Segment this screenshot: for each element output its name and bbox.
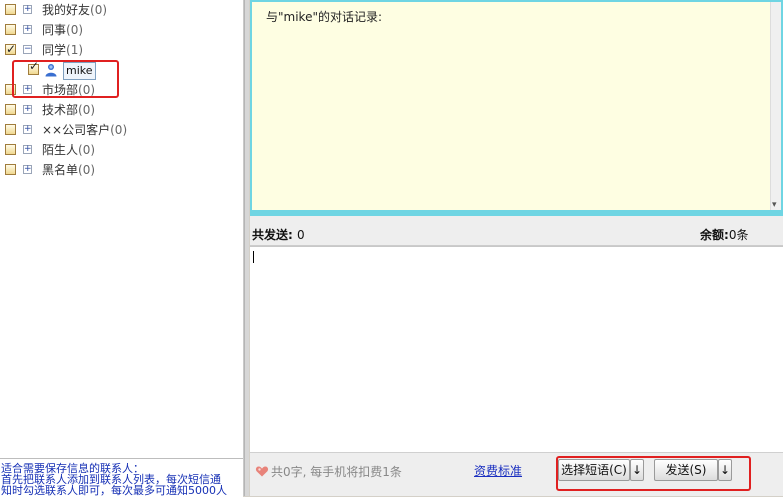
history-title: 与"mike"的对话记录: — [266, 10, 383, 24]
info-bar: 共发送: 0 余额:0条 — [250, 216, 783, 246]
expand-icon[interactable]: + — [23, 5, 32, 14]
group-name: 同事 — [42, 23, 67, 37]
expand-icon[interactable]: + — [23, 105, 32, 114]
group-count: (0) — [110, 123, 128, 137]
group-checkbox[interactable] — [5, 124, 16, 135]
help-tip: 适合需要保存信息的联系人： 首先把联系人添加到联系人列表，每次短信通 知时勾选联… — [0, 458, 243, 497]
heart-icon — [255, 466, 269, 477]
send-button[interactable]: 发送(S) — [654, 459, 718, 481]
fee-standard-link[interactable]: 资费标准 — [474, 462, 522, 479]
group-name: 黑名单 — [42, 163, 79, 177]
group-name: 陌生人 — [42, 143, 79, 157]
group-count: (0) — [66, 23, 84, 37]
group-count: (0) — [78, 103, 96, 117]
person-icon — [45, 64, 57, 77]
tree-group-blacklist[interactable]: + 黑名单(0) — [0, 160, 243, 180]
group-checkbox[interactable] — [5, 39, 16, 59]
contact-tree: + 我的好友(0) + 同事(0) − 同学(1) mike — [0, 0, 243, 180]
group-count: (0) — [90, 3, 108, 17]
message-input[interactable] — [250, 246, 783, 452]
char-count-text: 共0字, 每手机将扣费1条 — [271, 465, 402, 479]
group-name: ××公司客户 — [42, 123, 111, 137]
send-dropdown-button[interactable]: ↓ — [718, 459, 732, 481]
phrase-dropdown-button[interactable]: ↓ — [630, 459, 644, 481]
collapse-icon[interactable]: − — [23, 45, 32, 54]
balance-label: 余额: — [700, 228, 729, 242]
tree-group-marketing[interactable]: + 市场部(0) — [0, 80, 243, 100]
tree-group-friends[interactable]: + 我的好友(0) — [0, 0, 243, 20]
group-checkbox[interactable] — [5, 144, 16, 155]
contact-checkbox[interactable] — [28, 59, 39, 75]
group-checkbox[interactable] — [5, 104, 16, 115]
group-checkbox[interactable] — [5, 84, 16, 95]
balance-value: 0条 — [728, 228, 749, 242]
pane-splitter[interactable] — [244, 0, 249, 496]
tree-contact-mike[interactable]: mike — [0, 59, 243, 80]
tree-group-strangers[interactable]: + 陌生人(0) — [0, 140, 243, 160]
tree-group-classmates[interactable]: − 同学(1) — [0, 39, 243, 60]
group-checkbox[interactable] — [5, 4, 16, 15]
expand-icon[interactable]: + — [23, 145, 32, 154]
tip-line: 知时勾选联系人即可，每次最多可通知5000人 — [1, 484, 227, 497]
tree-group-clients[interactable]: + ××公司客户(0) — [0, 120, 243, 140]
expand-icon[interactable]: + — [23, 25, 32, 34]
text-caret — [253, 251, 254, 263]
group-count: (0) — [78, 143, 96, 157]
contact-name[interactable]: mike — [63, 62, 96, 80]
expand-icon[interactable]: + — [23, 125, 32, 134]
group-checkbox[interactable] — [5, 24, 16, 35]
tree-group-tech[interactable]: + 技术部(0) — [0, 100, 243, 120]
group-name: 市场部 — [42, 83, 79, 97]
history-scrollbar[interactable] — [770, 2, 781, 210]
group-checkbox[interactable] — [5, 164, 16, 175]
group-count: (1) — [66, 43, 84, 57]
tree-group-colleagues[interactable]: + 同事(0) — [0, 20, 243, 40]
group-count: (0) — [78, 163, 96, 177]
contact-pane: + 我的好友(0) + 同事(0) − 同学(1) mike — [0, 0, 244, 497]
group-name: 我的好友 — [42, 3, 91, 17]
bottom-toolbar: 共0字, 每手机将扣费1条 资费标准 选择短语(C) ↓ 发送(S) ↓ — [250, 452, 783, 496]
sent-count: 0 — [297, 228, 305, 242]
expand-icon[interactable]: + — [23, 165, 32, 174]
group-name: 同学 — [42, 43, 67, 57]
expand-icon[interactable]: + — [23, 85, 32, 94]
sent-label: 共发送: — [252, 228, 293, 242]
select-phrase-button[interactable]: 选择短语(C) — [558, 459, 630, 481]
group-name: 技术部 — [42, 103, 79, 117]
chat-history: 与"mike"的对话记录: — [250, 0, 783, 212]
group-count: (0) — [78, 83, 96, 97]
